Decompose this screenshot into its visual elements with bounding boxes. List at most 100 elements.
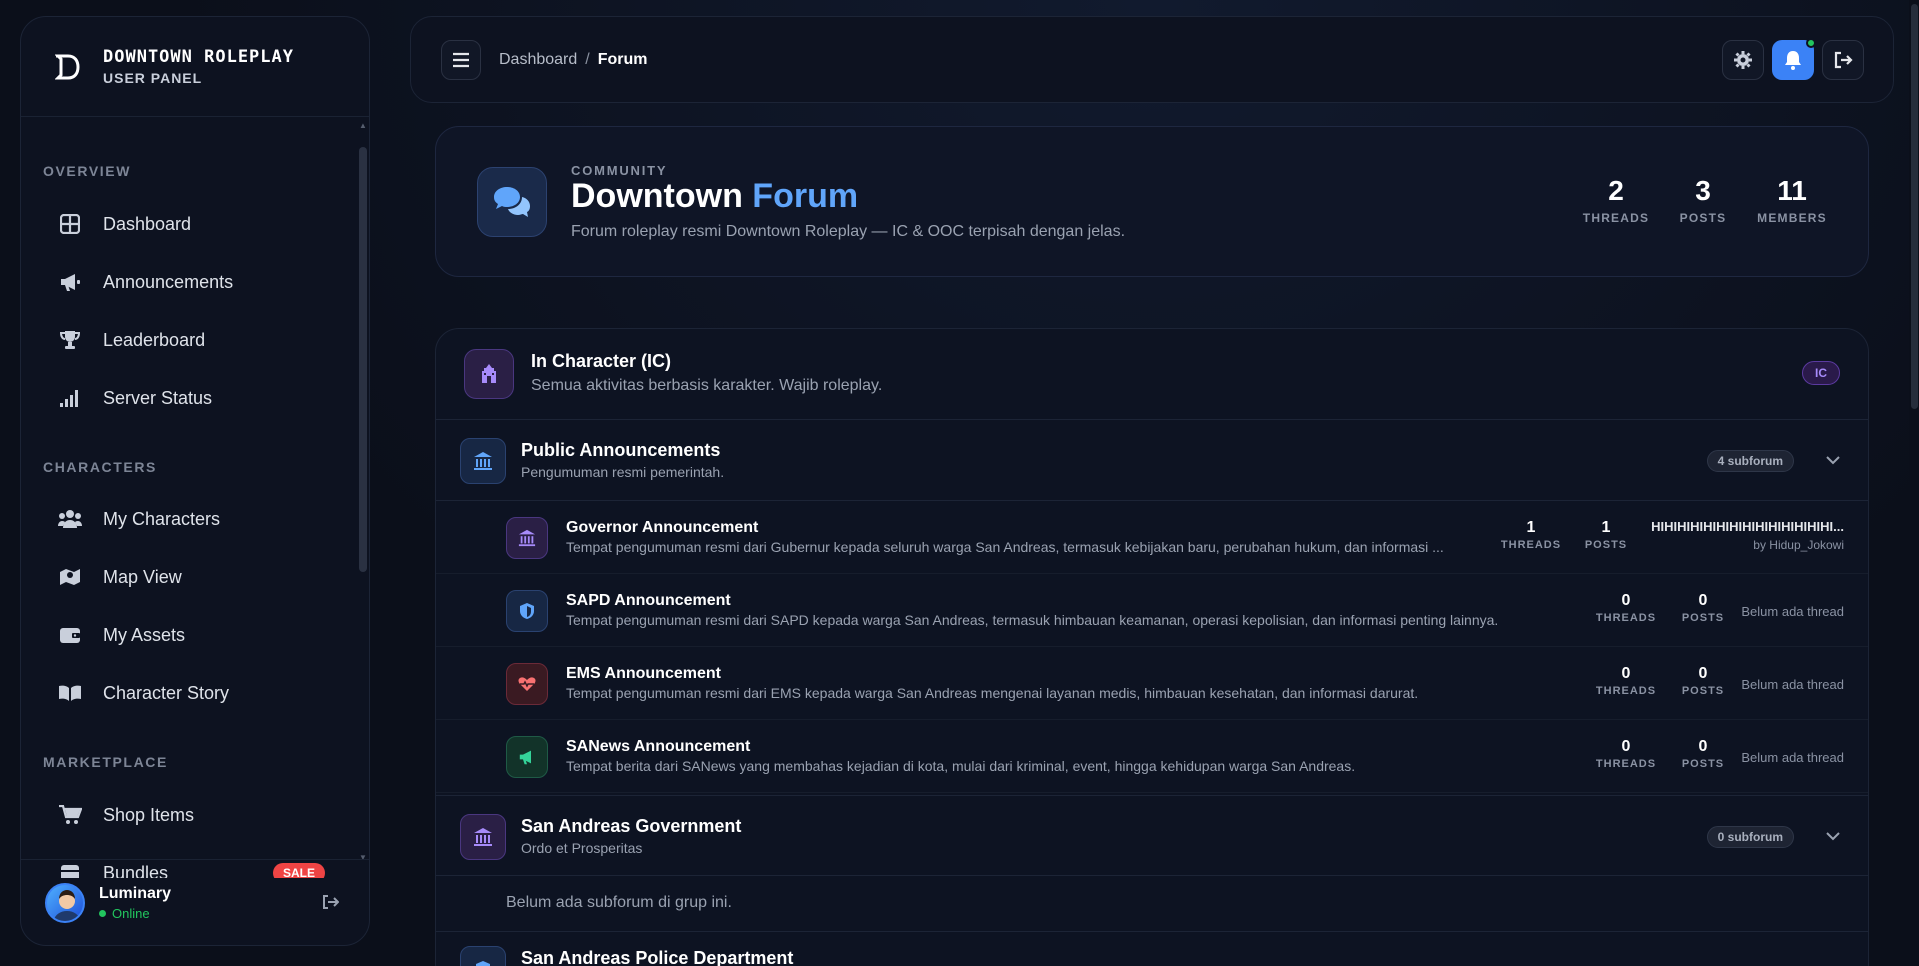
brand-header[interactable]: DOWNTOWN ROLEPLAY USER PANEL	[21, 17, 369, 117]
bell-icon	[1785, 51, 1801, 70]
category-badge: IC	[1802, 361, 1840, 385]
breadcrumb-separator: /	[585, 51, 590, 68]
chevron-down-icon[interactable]	[1826, 828, 1840, 846]
subforum-posts: 0 POSTS	[1673, 665, 1733, 697]
sidebar-nav: OVERVIEW Dashboard Announcements Leaderb…	[21, 118, 369, 878]
last-thread-author: by Hidup_Jokowi	[1753, 538, 1844, 552]
notifications-button[interactable]	[1772, 38, 1816, 80]
subforum-threads: 1 THREADS	[1496, 519, 1566, 551]
subforum-description: Tempat pengumuman resmi dari SAPD kepada…	[566, 612, 1499, 628]
category-header: In Character (IC) Semua aktivitas berbas…	[436, 329, 1868, 420]
sidebar-item-label: My Assets	[103, 624, 186, 645]
subforum-ems-announcement[interactable]: EMS Announcement Tempat pengumuman resmi…	[436, 647, 1868, 720]
shield-icon	[460, 946, 506, 966]
subforum-posts: 0 POSTS	[1673, 738, 1733, 770]
breadcrumb-dashboard[interactable]: Dashboard	[499, 51, 577, 68]
sidebar-item-label: Shop Items	[103, 804, 195, 825]
last-thread-title: HIHIHIHIHIHIHIHIHIHIHIHIHIHI...	[1651, 519, 1844, 534]
landmark-icon	[464, 349, 514, 399]
logout-button[interactable]	[1822, 40, 1864, 80]
sidebar-item-map-view[interactable]: Map View	[57, 555, 347, 599]
stat-label: THREADS	[1595, 685, 1657, 697]
map-icon	[57, 564, 83, 590]
subforum-count-badge: 4 subforum	[1706, 450, 1794, 472]
stat-value: 0	[1698, 738, 1708, 755]
subforum-sanews-announcement[interactable]: SANews Announcement Tempat berita dari S…	[436, 720, 1868, 793]
users-icon	[57, 506, 83, 532]
shield-icon	[506, 590, 548, 632]
user-card[interactable]: Luminary Online	[21, 859, 369, 945]
stat-value: 0	[1621, 592, 1631, 609]
stat-value: 0	[1621, 665, 1631, 682]
menu-toggle-button[interactable]	[441, 40, 481, 80]
last-thread[interactable]: HIHIHIHIHIHIHIHIHIHIHIHIHIHI... by Hidup…	[1651, 519, 1844, 552]
subforum-threads: 0 THREADS	[1591, 665, 1661, 697]
chat-bubbles-icon	[477, 167, 547, 237]
subforum-sapd-announcement[interactable]: SAPD Announcement Tempat pengumuman resm…	[436, 574, 1868, 647]
sidebar-scrollbar[interactable]	[359, 147, 367, 572]
section-label-marketplace: MARKETPLACE	[43, 754, 168, 770]
user-status: Online	[99, 906, 171, 921]
page-title-main: Downtown	[571, 177, 743, 215]
sidebar-item-dashboard[interactable]: Dashboard	[57, 202, 347, 246]
stat-members: 11 MEMBERS	[1752, 175, 1832, 225]
sidebar-item-leaderboard[interactable]: Leaderboard	[57, 318, 347, 362]
category-description: Semua aktivitas berbasis karakter. Wajib…	[531, 377, 883, 394]
sidebar-item-shop-items[interactable]: Shop Items	[57, 793, 347, 837]
stat-value: 0	[1698, 592, 1708, 609]
forum-hero: COMMUNITY Downtown Forum Forum roleplay …	[435, 126, 1869, 277]
group-san-andreas-government[interactable]: San Andreas Government Ordo et Prosperit…	[436, 795, 1868, 876]
landmark-icon	[506, 517, 548, 559]
subforum-posts: 0 POSTS	[1673, 592, 1733, 624]
section-label-overview: OVERVIEW	[43, 163, 132, 179]
category-title: In Character (IC)	[531, 351, 672, 371]
stat-threads: 2 THREADS	[1576, 175, 1656, 225]
stat-posts: 3 POSTS	[1668, 175, 1738, 225]
stat-value: 0	[1698, 665, 1708, 682]
stat-label: THREADS	[1500, 539, 1562, 551]
wallet-icon	[57, 622, 83, 648]
group-public-announcements[interactable]: Public Announcements Pengumuman resmi pe…	[436, 420, 1868, 501]
settings-button[interactable]	[1722, 40, 1764, 80]
sidebar-item-label: Leaderboard	[103, 329, 206, 350]
no-thread-text: Belum ada thread	[1741, 604, 1844, 619]
sidebar-item-announcements[interactable]: Announcements	[57, 260, 347, 304]
subforum-count-badge: 0 subforum	[1706, 826, 1794, 848]
stat-label: POSTS	[1584, 539, 1628, 551]
trophy-icon	[57, 327, 83, 353]
scroll-up-icon[interactable]: ▲	[359, 121, 367, 130]
chevron-down-icon[interactable]	[1826, 452, 1840, 470]
subforum-posts: 1 POSTS	[1576, 519, 1636, 551]
sidebar-item-server-status[interactable]: Server Status	[57, 376, 347, 420]
group-description: Ordo et Prosperitas	[521, 840, 643, 856]
empty-group-text: Belum ada subforum di grup ini.	[506, 894, 732, 911]
notification-dot-icon	[1806, 38, 1816, 48]
stat-value: 3	[1695, 175, 1711, 206]
sidebar-item-my-characters[interactable]: My Characters	[57, 497, 347, 541]
stat-label: THREADS	[1595, 758, 1657, 770]
subforum-governor-announcement[interactable]: Governor Announcement Tempat pengumuman …	[436, 501, 1868, 574]
page-scrollbar[interactable]	[1909, 0, 1919, 966]
stat-value: 1	[1601, 519, 1611, 536]
subforum-title: SAPD Announcement	[566, 592, 731, 609]
signal-icon	[57, 385, 83, 411]
stat-label: THREADS	[1582, 211, 1650, 225]
gear-icon	[1734, 51, 1752, 69]
no-thread-text: Belum ada thread	[1741, 750, 1844, 765]
page-scrollbar-thumb[interactable]	[1911, 4, 1918, 409]
bank-icon	[460, 814, 506, 860]
sidebar-item-label: Character Story	[103, 682, 230, 703]
online-dot-icon	[99, 909, 106, 917]
sidebar-item-my-assets[interactable]: My Assets	[57, 613, 347, 657]
stat-value: 11	[1777, 175, 1807, 206]
group-san-andreas-police-department[interactable]: San Andreas Police Department	[436, 932, 1868, 966]
hero-description: Forum roleplay resmi Downtown Roleplay —…	[571, 223, 1126, 240]
subforum-threads: 0 THREADS	[1591, 592, 1661, 624]
subforum-title: EMS Announcement	[566, 665, 721, 682]
hamburger-icon	[453, 52, 469, 68]
sidebar-item-character-story[interactable]: Character Story	[57, 671, 347, 715]
logout-icon[interactable]	[321, 894, 340, 915]
hero-eyebrow: COMMUNITY	[571, 163, 668, 178]
brand-subtitle: USER PANEL	[103, 70, 203, 86]
subforum-title: Governor Announcement	[566, 519, 759, 536]
